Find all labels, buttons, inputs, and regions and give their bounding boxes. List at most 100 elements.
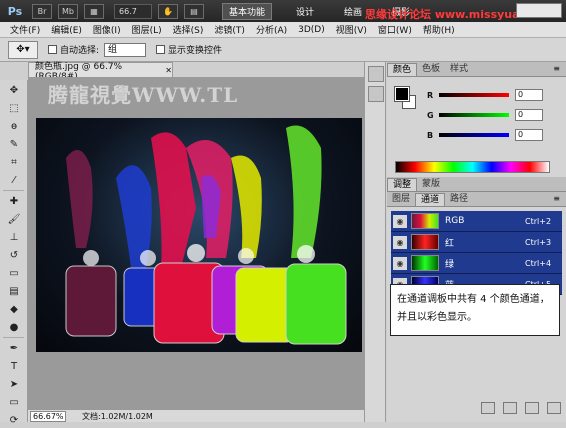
slider-red-track[interactable]	[439, 93, 509, 97]
image-canvas[interactable]	[36, 118, 362, 352]
menu-file[interactable]: 文件(F)	[10, 23, 40, 36]
menu-edit[interactable]: 编辑(E)	[51, 23, 82, 36]
color-spectrum-bar[interactable]	[395, 161, 550, 173]
clone-stamp-tool-icon[interactable]: ⊥	[4, 229, 24, 245]
healing-brush-tool-icon[interactable]: ✚	[4, 193, 24, 209]
slider-green[interactable]: G 0	[427, 109, 543, 121]
view-extras-icon[interactable]: ▦	[84, 3, 104, 19]
properties-panel-icon[interactable]	[368, 86, 384, 102]
channel-row-green[interactable]: ◉ 绿 Ctrl+4	[391, 253, 562, 274]
eraser-tool-icon[interactable]: ▭	[4, 265, 24, 281]
slider-green-track[interactable]	[439, 113, 509, 117]
pen-tool-icon[interactable]: ✒	[4, 340, 24, 356]
document-info[interactable]: 文档:1.02M/1.02M	[82, 411, 153, 422]
toolbox-divider	[3, 337, 24, 338]
document-window: 腾龍視覺WWW.TL	[28, 77, 364, 409]
auto-select-dropdown[interactable]: 组	[104, 42, 147, 57]
menu-help[interactable]: 帮助(H)	[423, 23, 455, 36]
path-select-tool-icon[interactable]: ➤	[4, 376, 24, 392]
workspace-painting[interactable]: 绘画	[338, 3, 368, 20]
trash-icon[interactable]	[547, 402, 561, 414]
close-icon[interactable]: ✕	[165, 66, 172, 75]
menu-window[interactable]: 窗口(W)	[378, 23, 412, 36]
slider-red-label: R	[427, 90, 434, 100]
channel-shortcut: Ctrl+4	[525, 258, 552, 268]
toolbox-divider	[3, 190, 24, 191]
tab-layers[interactable]: 图层	[387, 193, 415, 206]
move-tool-icon[interactable]: ✥	[4, 82, 24, 98]
move-tool-preset-icon[interactable]: ✥▾	[8, 40, 38, 59]
adjust-panel-tabs: 调整 蒙版	[387, 177, 566, 192]
slider-blue[interactable]: B 0	[427, 129, 543, 141]
channel-row-red[interactable]: ◉ 红 Ctrl+3	[391, 232, 562, 253]
channel-name: RGB	[445, 216, 465, 226]
workspace-essentials[interactable]: 基本功能	[222, 2, 273, 20]
type-tool-icon[interactable]: T	[4, 358, 24, 374]
foreground-color-swatch[interactable]	[394, 86, 410, 102]
gradient-tool-icon[interactable]: ▤	[4, 283, 24, 299]
tab-styles[interactable]: 样式	[445, 63, 473, 76]
show-transform-checkbox[interactable]	[156, 45, 166, 54]
color-panel: R 0 G 0 B 0	[387, 77, 566, 177]
new-channel-icon[interactable]	[525, 402, 539, 414]
slider-green-label: G	[427, 110, 434, 120]
slider-red-value[interactable]: 0	[515, 89, 543, 101]
channel-thumbnail	[411, 234, 439, 250]
menu-analysis[interactable]: 分析(A)	[256, 23, 287, 36]
3d-rotate-tool-icon[interactable]: ⟳	[4, 412, 24, 428]
slider-green-value[interactable]: 0	[515, 109, 543, 121]
blur-tool-icon[interactable]: ◆	[4, 301, 24, 317]
tab-color[interactable]: 颜色	[387, 63, 418, 76]
search-input[interactable]	[516, 3, 562, 18]
channel-thumbnail	[411, 255, 439, 271]
eyedropper-tool-icon[interactable]: ⁄	[4, 172, 24, 188]
workspace-design[interactable]: 设计	[290, 3, 320, 20]
eye-icon[interactable]: ◉	[393, 256, 407, 270]
document-tab[interactable]: 颜色瓶.jpg @ 66.7%(RGB/8#) ✕	[28, 62, 173, 82]
slider-red[interactable]: R 0	[427, 89, 543, 101]
save-selection-icon[interactable]	[503, 402, 517, 414]
dodge-tool-icon[interactable]: ●	[4, 319, 24, 335]
menu-layer[interactable]: 图层(L)	[132, 23, 162, 36]
menu-select[interactable]: 选择(S)	[173, 23, 204, 36]
auto-select-label: 自动选择:	[60, 46, 100, 56]
hand-tool-icon[interactable]: ✋	[158, 3, 178, 19]
crop-tool-icon[interactable]: ⌗	[4, 154, 24, 170]
tab-paths[interactable]: 路径	[445, 193, 473, 206]
paint-bottles-image	[65, 125, 347, 345]
marquee-tool-icon[interactable]: ⬚	[4, 100, 24, 116]
menu-view[interactable]: 视图(V)	[336, 23, 367, 36]
mini-bridge-button[interactable]: Mb	[58, 3, 78, 19]
quick-select-tool-icon[interactable]: ✎	[4, 136, 24, 152]
channel-name: 绿	[445, 259, 455, 270]
zoom-level-select[interactable]: 66.7	[114, 3, 152, 19]
panel-menu-icon[interactable]: ≡	[553, 64, 560, 73]
eye-icon[interactable]: ◉	[393, 214, 407, 228]
history-brush-tool-icon[interactable]: ↺	[4, 247, 24, 263]
menu-image[interactable]: 图像(I)	[93, 23, 121, 36]
panel-menu-icon[interactable]: ≡	[553, 194, 560, 203]
channels-panel-footer	[391, 398, 561, 418]
lasso-tool-icon[interactable]: ɵ	[4, 118, 24, 134]
slider-blue-track[interactable]	[439, 133, 509, 137]
eye-icon[interactable]: ◉	[393, 235, 407, 249]
bridge-button[interactable]: Br	[32, 3, 52, 19]
tab-channels[interactable]: 通道	[415, 193, 446, 206]
tab-swatches[interactable]: 色板	[417, 63, 445, 76]
slider-blue-value[interactable]: 0	[515, 129, 543, 141]
channel-row-rgb[interactable]: ◉ RGB Ctrl+2	[391, 211, 562, 232]
toolbox: ✥ ⬚ ɵ ✎ ⌗ ⁄ ✚ 🖌 ⊥ ↺ ▭ ▤ ◆ ● ✒ T ➤ ▭ ⟳	[0, 80, 28, 426]
tab-adjustments[interactable]: 调整	[387, 178, 418, 191]
brush-tool-icon[interactable]: 🖌	[4, 211, 24, 227]
zoom-field[interactable]: 66.67%	[30, 410, 66, 422]
menu-3d[interactable]: 3D(D)	[298, 25, 325, 35]
load-selection-icon[interactable]	[481, 402, 495, 414]
shape-tool-icon[interactable]: ▭	[4, 394, 24, 410]
arrange-documents-icon[interactable]: ▤	[184, 3, 204, 19]
history-panel-icon[interactable]	[368, 66, 384, 82]
menu-filter[interactable]: 滤镜(T)	[214, 23, 245, 36]
tab-masks[interactable]: 蒙版	[417, 178, 445, 191]
slider-blue-label: B	[427, 130, 434, 140]
menu-bar: 文件(F) 编辑(E) 图像(I) 图层(L) 选择(S) 滤镜(T) 分析(A…	[0, 22, 566, 38]
auto-select-checkbox[interactable]	[48, 45, 57, 54]
